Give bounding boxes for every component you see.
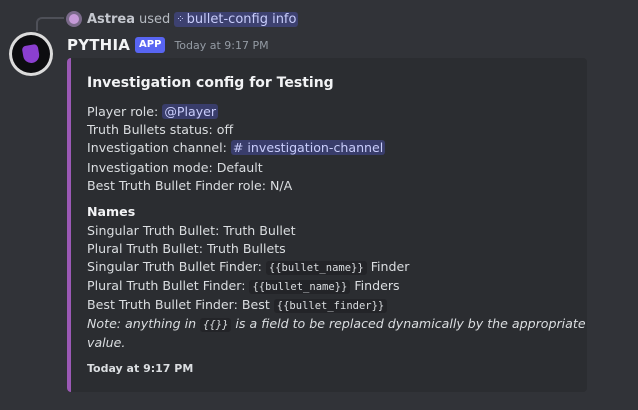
plural-finder-code: {{bullet_name}} — [249, 280, 351, 294]
embed-title: Investigation config for Testing — [87, 75, 334, 91]
reply-context[interactable]: Astrea used ⁘ bullet-config info — [66, 10, 299, 28]
best-finder-role: Best Truth Bullet Finder role: N/A — [87, 178, 293, 193]
investigation-mode: Investigation mode: Default — [87, 160, 263, 175]
embed-footer-timestamp: Today at 9:17 PM — [87, 362, 194, 375]
plural-finder-label: Plural Truth Bullet Finder: — [87, 278, 246, 293]
note-line-2: value. — [87, 335, 126, 350]
investigation-channel-mention[interactable]: # investigation-channel — [230, 140, 386, 155]
reply-action: used — [139, 11, 171, 27]
investigation-channel-label: Investigation channel: — [87, 140, 227, 155]
reply-avatar[interactable] — [66, 11, 82, 27]
slash-command-name: bullet-config info — [186, 11, 297, 27]
message-timestamp[interactable]: Today at 9:17 PM — [174, 39, 268, 52]
singular-finder-label: Singular Truth Bullet Finder: — [87, 259, 262, 274]
singular-finder-code: {{bullet_name}} — [265, 261, 367, 275]
slash-command[interactable]: ⁘ bullet-config info — [174, 11, 299, 27]
truth-bullets-status: Truth Bullets status: off — [87, 122, 234, 137]
best-finder-label: Best Truth Bullet Finder: Best — [87, 297, 270, 312]
player-role-line: Player role: @Player — [87, 103, 219, 121]
player-role-mention[interactable]: @Player — [162, 104, 219, 119]
best-finder-line: Best Truth Bullet Finder: Best {{bullet_… — [87, 296, 388, 315]
note-suffix: is a field to be replaced dynamically by… — [235, 316, 586, 331]
bot-username[interactable]: PYTHIA — [67, 36, 130, 54]
plural-finder-suffix: Finders — [354, 278, 400, 293]
plural-finder-line: Plural Truth Bullet Finder: {{bullet_nam… — [87, 277, 400, 296]
avatar-emblem — [21, 43, 41, 65]
reply-username[interactable]: Astrea — [87, 12, 135, 27]
singular-bullet: Singular Truth Bullet: Truth Bullet — [87, 223, 296, 238]
note-code: {{}} — [200, 318, 232, 332]
command-icon: ⁘ — [176, 13, 185, 25]
reply-connector — [36, 17, 64, 31]
config-embed: Investigation config for Testing Player … — [67, 58, 587, 392]
best-finder-code: {{bullet_finder}} — [273, 299, 388, 313]
names-heading: Names — [87, 204, 136, 219]
player-role-label: Player role: — [87, 104, 159, 119]
singular-finder-suffix: Finder — [370, 259, 410, 274]
note-line: Note: anything in {{}} is a field to be … — [87, 315, 586, 334]
message-header: PYTHIA APP Today at 9:17 PM — [67, 36, 269, 54]
singular-finder-line: Singular Truth Bullet Finder: {{bullet_n… — [87, 258, 409, 277]
plural-bullet: Plural Truth Bullet: Truth Bullets — [87, 241, 286, 256]
app-badge: APP — [135, 37, 166, 53]
investigation-channel-line: Investigation channel: # investigation-c… — [87, 139, 386, 157]
note-prefix: Note: anything in — [87, 316, 197, 331]
bot-avatar[interactable] — [9, 32, 53, 76]
